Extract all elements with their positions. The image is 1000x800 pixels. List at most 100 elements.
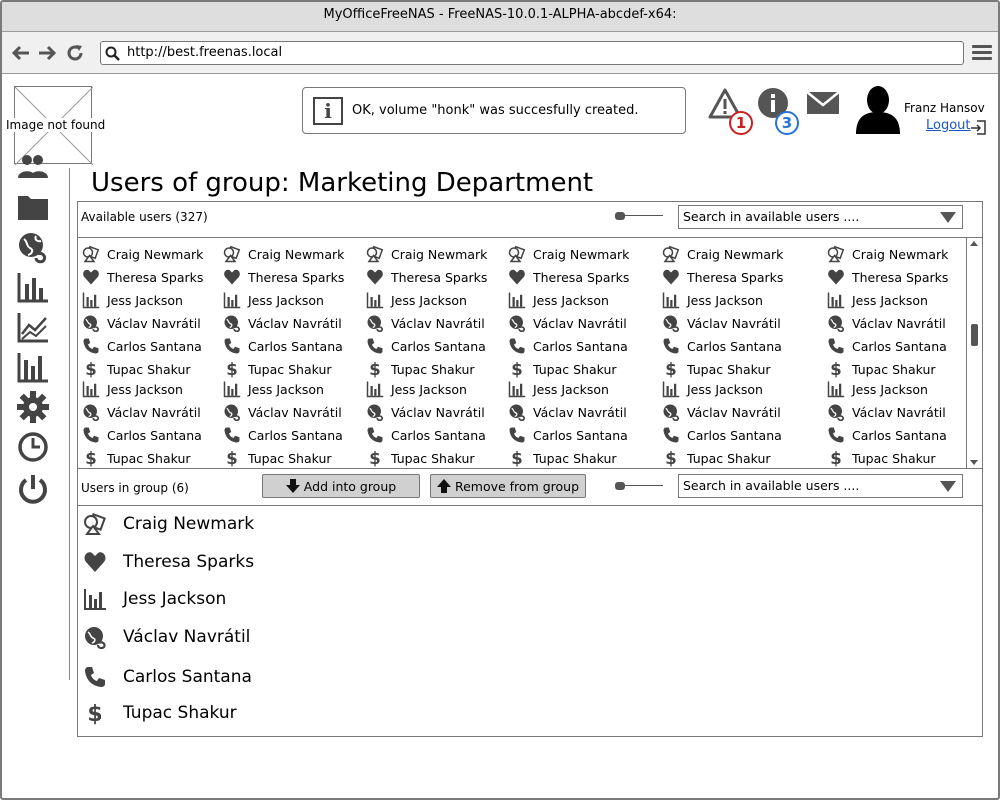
available-user-item[interactable]: Carlos Santana (223, 425, 343, 445)
available-user-item[interactable]: $ Tupac Shakur (223, 359, 331, 379)
available-user-item[interactable]: Jess Jackson (827, 290, 928, 310)
logout-icon[interactable] (970, 119, 988, 135)
available-user-item[interactable]: Theresa Sparks (827, 267, 948, 287)
available-user-item[interactable]: Václav Navrátil (508, 313, 627, 333)
avatar[interactable] (854, 84, 902, 134)
globe-icon (83, 315, 99, 332)
available-user-item[interactable]: Theresa Sparks (366, 267, 487, 287)
available-user-item[interactable]: $ Tupac Shakur (223, 448, 331, 468)
clock-icon[interactable] (16, 430, 50, 464)
available-user-item[interactable]: Jess Jackson (223, 379, 324, 399)
globe-icon[interactable] (16, 230, 50, 264)
group-member-item[interactable]: Jess Jackson (83, 586, 226, 612)
available-user-item[interactable]: Craig Newmark (827, 244, 948, 264)
available-user-item[interactable]: Václav Navrátil (366, 313, 485, 333)
available-user-item[interactable]: Carlos Santana (366, 425, 486, 445)
available-search-dropdown[interactable]: Search in available users .... (678, 205, 963, 229)
mail-icon[interactable] (806, 91, 840, 115)
available-users-scrollbar[interactable] (966, 238, 982, 468)
available-user-item[interactable]: Václav Navrátil (662, 313, 781, 333)
available-user-item[interactable]: $ Tupac Shakur (662, 448, 770, 468)
available-user-name: Jess Jackson (852, 381, 928, 397)
available-user-item[interactable]: Jess Jackson (827, 379, 928, 399)
available-user-item[interactable]: Jess Jackson (508, 290, 609, 310)
gear-icon[interactable] (16, 390, 50, 424)
available-user-item[interactable]: Theresa Sparks (662, 267, 783, 287)
available-user-item[interactable]: Jess Jackson (662, 379, 763, 399)
group-member-item[interactable]: Craig Newmark (83, 511, 254, 537)
scroll-up-icon[interactable] (970, 241, 978, 246)
forward-arrow-icon[interactable] (36, 42, 58, 64)
available-user-item[interactable]: $ Tupac Shakur (827, 359, 935, 379)
available-user-item[interactable]: Craig Newmark (366, 244, 487, 264)
available-user-item[interactable]: Václav Navrátil (662, 402, 781, 422)
address-bar[interactable]: http://best.freenas.local (100, 41, 964, 65)
info-count-badge[interactable]: 3 (775, 111, 799, 135)
folder-icon[interactable] (16, 190, 50, 224)
available-user-item[interactable]: Carlos Santana (82, 336, 202, 356)
available-user-item[interactable]: $ Tupac Shakur (82, 359, 190, 379)
group-member-item[interactable]: Theresa Sparks (83, 549, 254, 575)
group-search-dropdown[interactable]: Search in available users .... (678, 474, 963, 498)
available-user-item[interactable]: Jess Jackson (82, 290, 183, 310)
group-member-item[interactable]: Václav Navrátil (83, 624, 250, 650)
available-user-item[interactable]: Jess Jackson (223, 290, 324, 310)
available-user-item[interactable]: Theresa Sparks (223, 267, 344, 287)
available-user-item[interactable]: $ Tupac Shakur (366, 448, 474, 468)
svg-text:$: $ (85, 360, 96, 378)
available-user-item[interactable]: Theresa Sparks (82, 267, 203, 287)
line-chart-icon[interactable] (16, 310, 50, 344)
remove-from-group-button[interactable]: Remove from group (430, 474, 586, 498)
available-user-item[interactable]: Carlos Santana (662, 425, 782, 445)
available-user-item[interactable]: Carlos Santana (827, 425, 947, 445)
available-user-item[interactable]: Jess Jackson (662, 290, 763, 310)
available-user-item[interactable]: Václav Navrátil (366, 402, 485, 422)
group-zoom-slider[interactable] (615, 481, 663, 491)
power-icon[interactable] (16, 472, 50, 506)
available-user-item[interactable]: Carlos Santana (366, 336, 486, 356)
available-user-item[interactable]: Craig Newmark (82, 244, 203, 264)
available-user-item[interactable]: Carlos Santana (508, 425, 628, 445)
available-user-item[interactable]: $ Tupac Shakur (508, 448, 616, 468)
warnings-count-badge[interactable]: 1 (729, 111, 753, 135)
scroll-thumb[interactable] (971, 324, 978, 346)
available-user-item[interactable]: Václav Navrátil (223, 402, 342, 422)
available-user-name: Václav Navrátil (391, 315, 485, 331)
available-user-item[interactable]: Václav Navrátil (223, 313, 342, 333)
reload-icon[interactable] (64, 42, 86, 64)
available-user-item[interactable]: $ Tupac Shakur (827, 448, 935, 468)
stats-icon[interactable] (16, 350, 50, 384)
available-user-item[interactable]: Jess Jackson (366, 379, 467, 399)
users-icon[interactable] (16, 150, 50, 184)
available-user-item[interactable]: $ Tupac Shakur (508, 359, 616, 379)
available-user-item[interactable]: Carlos Santana (223, 336, 343, 356)
available-user-item[interactable]: Craig Newmark (223, 244, 344, 264)
available-user-item[interactable]: Václav Navrátil (82, 402, 201, 422)
available-user-item[interactable]: Jess Jackson (508, 379, 609, 399)
bar-chart-icon[interactable] (16, 270, 50, 304)
add-into-group-button[interactable]: Add into group (262, 474, 420, 498)
available-user-item[interactable]: Carlos Santana (82, 425, 202, 445)
available-user-item[interactable]: Craig Newmark (508, 244, 629, 264)
available-user-item[interactable]: Theresa Sparks (508, 267, 629, 287)
available-user-item[interactable]: Jess Jackson (366, 290, 467, 310)
available-user-item[interactable]: $ Tupac Shakur (662, 359, 770, 379)
available-user-item[interactable]: Carlos Santana (827, 336, 947, 356)
available-user-item[interactable]: Václav Navrátil (827, 402, 946, 422)
logout-link[interactable]: Logout (926, 118, 971, 133)
available-user-item[interactable]: $ Tupac Shakur (366, 359, 474, 379)
available-user-item[interactable]: $ Tupac Shakur (82, 448, 190, 468)
available-user-item[interactable]: Jess Jackson (82, 379, 183, 399)
scroll-down-icon[interactable] (970, 460, 978, 465)
back-arrow-icon[interactable] (10, 42, 32, 64)
group-member-item[interactable]: Carlos Santana (83, 664, 252, 690)
available-zoom-slider[interactable] (615, 211, 663, 221)
available-user-item[interactable]: Craig Newmark (662, 244, 783, 264)
group-member-item[interactable]: $ Tupac Shakur (83, 700, 236, 726)
hamburger-menu-icon[interactable] (972, 45, 992, 61)
available-user-item[interactable]: Václav Navrátil (827, 313, 946, 333)
available-user-item[interactable]: Carlos Santana (508, 336, 628, 356)
available-user-item[interactable]: Carlos Santana (662, 336, 782, 356)
available-user-item[interactable]: Václav Navrátil (508, 402, 627, 422)
available-user-item[interactable]: Václav Navrátil (82, 313, 201, 333)
